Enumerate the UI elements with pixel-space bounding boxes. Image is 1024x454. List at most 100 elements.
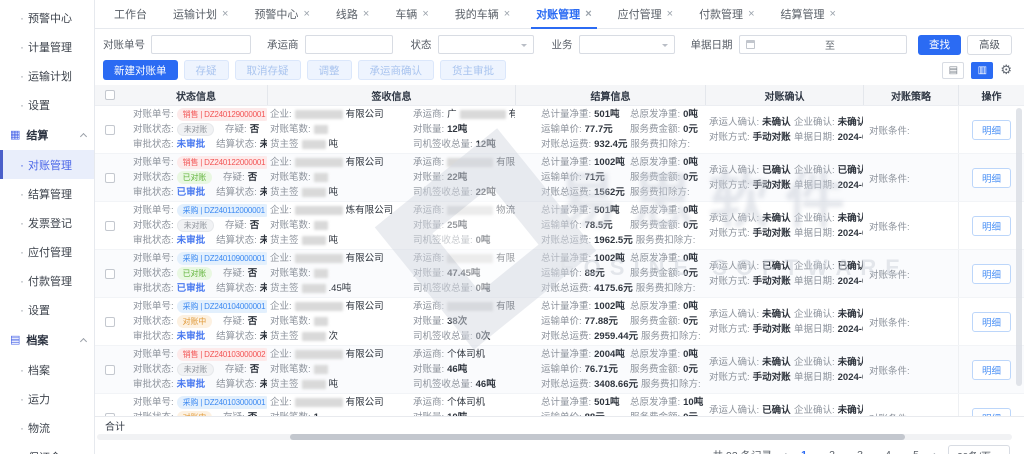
recon-no-input[interactable] — [151, 35, 251, 54]
sidebar-item[interactable]: ·档案 — [0, 355, 94, 384]
date-range-input[interactable]: 至 — [739, 35, 907, 54]
tab[interactable]: 结算管理 × — [768, 0, 849, 28]
row-checkbox[interactable] — [105, 125, 115, 135]
table-row: 对账单号:采购 | DZ240104000001对账状态:对账中存疑:否审批状态… — [95, 298, 1024, 346]
sidebar-item-label: 应付管理 — [28, 244, 72, 260]
filter-label-status: 状态 — [411, 37, 432, 52]
next-page-icon[interactable]: › — [933, 448, 937, 454]
table-header: 状态信息 签收信息 结算信息 对账确认 对账策略 操作 — [95, 85, 1024, 106]
search-button[interactable]: 查找 — [918, 35, 961, 55]
detail-button[interactable]: 明细 — [972, 408, 1011, 417]
page-number[interactable]: 3 — [854, 449, 866, 454]
action-button[interactable]: 货主审批 — [440, 60, 506, 80]
detail-button[interactable]: 明细 — [972, 216, 1011, 236]
detail-button[interactable]: 明细 — [972, 360, 1011, 380]
close-icon[interactable]: × — [222, 8, 228, 20]
sidebar-item[interactable]: ·保证金 — [0, 442, 94, 454]
list-view-icon[interactable]: ▤ — [942, 62, 964, 79]
sidebar-item[interactable]: ·设置 — [0, 295, 94, 324]
detail-button[interactable]: 明细 — [972, 168, 1011, 188]
tab[interactable]: 线路× — [323, 0, 382, 28]
tab-label: 结算管理 — [781, 6, 825, 22]
tab[interactable]: 应付管理× — [605, 0, 686, 28]
sidebar-item[interactable]: ·设置 — [0, 90, 94, 119]
redacted-text — [314, 125, 328, 134]
advanced-button[interactable]: 高级 — [967, 35, 1012, 55]
sidebar-item[interactable]: ·运力 — [0, 384, 94, 413]
sidebar-item-label: 发票登记 — [28, 215, 72, 231]
recon-status-badge: 未对账 — [177, 363, 214, 376]
total-records: 共 93 条记录 — [713, 448, 773, 454]
redacted-text — [295, 398, 343, 407]
sidebar-group[interactable]: ▦结算 — [0, 119, 94, 150]
business-select[interactable] — [579, 35, 675, 54]
col-actions: 操作 — [958, 85, 1024, 105]
view-toggle-group: ▤ ▥ ⚙ — [942, 62, 1012, 79]
page-size-select[interactable]: 20条/页 — [948, 445, 1010, 454]
gear-icon[interactable]: ⚙ — [1000, 62, 1012, 78]
sidebar-item[interactable]: · 预警中心 — [0, 3, 94, 32]
close-icon[interactable]: × — [830, 8, 836, 20]
sidebar-item[interactable]: ·对账管理 — [0, 150, 94, 179]
row-checkbox[interactable] — [105, 221, 115, 231]
tab[interactable]: 工作台 — [101, 0, 160, 28]
sidebar-item[interactable]: ·付款管理 — [0, 266, 94, 295]
close-icon[interactable]: × — [504, 8, 510, 20]
carrier-input[interactable] — [305, 35, 393, 54]
page-number[interactable]: 1 — [798, 449, 810, 454]
tab[interactable]: 付款管理× — [686, 0, 767, 28]
card-view-icon[interactable]: ▥ — [971, 62, 993, 79]
tab[interactable]: 我的车辆× — [442, 0, 523, 28]
close-icon[interactable]: × — [363, 8, 369, 20]
sidebar-item[interactable]: ·发票登记 — [0, 208, 94, 237]
sidebar-item[interactable]: ·计量管理 — [0, 32, 94, 61]
row-checkbox[interactable] — [105, 269, 115, 279]
action-button[interactable]: 承运商确认 — [358, 60, 435, 80]
sidebar-item[interactable]: ·应付管理 — [0, 237, 94, 266]
col-settle-info: 结算信息 — [515, 85, 705, 105]
sidebar-item-label: 档案 — [28, 362, 50, 378]
tab[interactable]: 预警中心× — [241, 0, 322, 28]
page-number[interactable]: 2 — [826, 449, 838, 454]
action-button[interactable]: 取消存疑 — [235, 60, 301, 80]
action-button[interactable]: 存疑 — [184, 60, 229, 80]
detail-button[interactable]: 明细 — [972, 312, 1011, 332]
close-icon[interactable]: × — [303, 8, 309, 20]
new-recon-button[interactable]: 新建对账单 — [103, 60, 178, 80]
close-icon[interactable]: × — [422, 8, 428, 20]
detail-button[interactable]: 明细 — [972, 120, 1011, 140]
scrollbar-thumb[interactable] — [290, 434, 905, 440]
redacted-text — [295, 110, 343, 119]
detail-button[interactable]: 明细 — [972, 264, 1011, 284]
tab[interactable]: 运输计划 × — [160, 0, 241, 28]
action-bar: 新建对账单 存疑取消存疑调整承运商确认货主审批 ▤ ▥ ⚙ — [95, 57, 1024, 83]
tab[interactable]: 对账管理× — [523, 0, 604, 28]
select-all-checkbox[interactable] — [105, 90, 115, 100]
page-number[interactable]: 5 — [910, 449, 922, 454]
bullet-icon: · — [20, 274, 24, 288]
close-icon[interactable]: × — [585, 8, 591, 20]
row-checkbox[interactable] — [105, 173, 115, 183]
sidebar-item-label: 预警中心 — [28, 10, 72, 26]
action-button[interactable]: 调整 — [307, 60, 352, 80]
row-checkbox[interactable] — [105, 365, 115, 375]
status-select[interactable] — [438, 35, 534, 54]
close-icon[interactable]: × — [748, 8, 754, 20]
tab-bar: 工作台运输计划×预警中心×线路×车辆×我的车辆×对账管理×应付管理×付款管理×结… — [95, 0, 1024, 29]
prev-page-icon[interactable]: ‹ — [783, 448, 787, 454]
row-checkbox[interactable] — [105, 317, 115, 327]
tab-label: 运输计划 — [173, 6, 217, 22]
bullet-icon: · — [20, 11, 24, 25]
close-icon[interactable]: × — [667, 8, 673, 20]
filter-label-carrier: 承运商 — [267, 37, 299, 52]
sidebar-item[interactable]: ·物流 — [0, 413, 94, 442]
sidebar-group[interactable]: ▤档案 — [0, 324, 94, 355]
redacted-text — [295, 254, 343, 263]
bullet-icon: · — [20, 158, 24, 172]
vertical-scrollbar[interactable] — [1016, 108, 1022, 386]
tab[interactable]: 车辆× — [382, 0, 441, 28]
page-number[interactable]: 4 — [882, 449, 894, 454]
sidebar-item[interactable]: ·结算管理 — [0, 179, 94, 208]
sidebar-item[interactable]: ·运输计划 — [0, 61, 94, 90]
redacted-text — [460, 110, 506, 119]
